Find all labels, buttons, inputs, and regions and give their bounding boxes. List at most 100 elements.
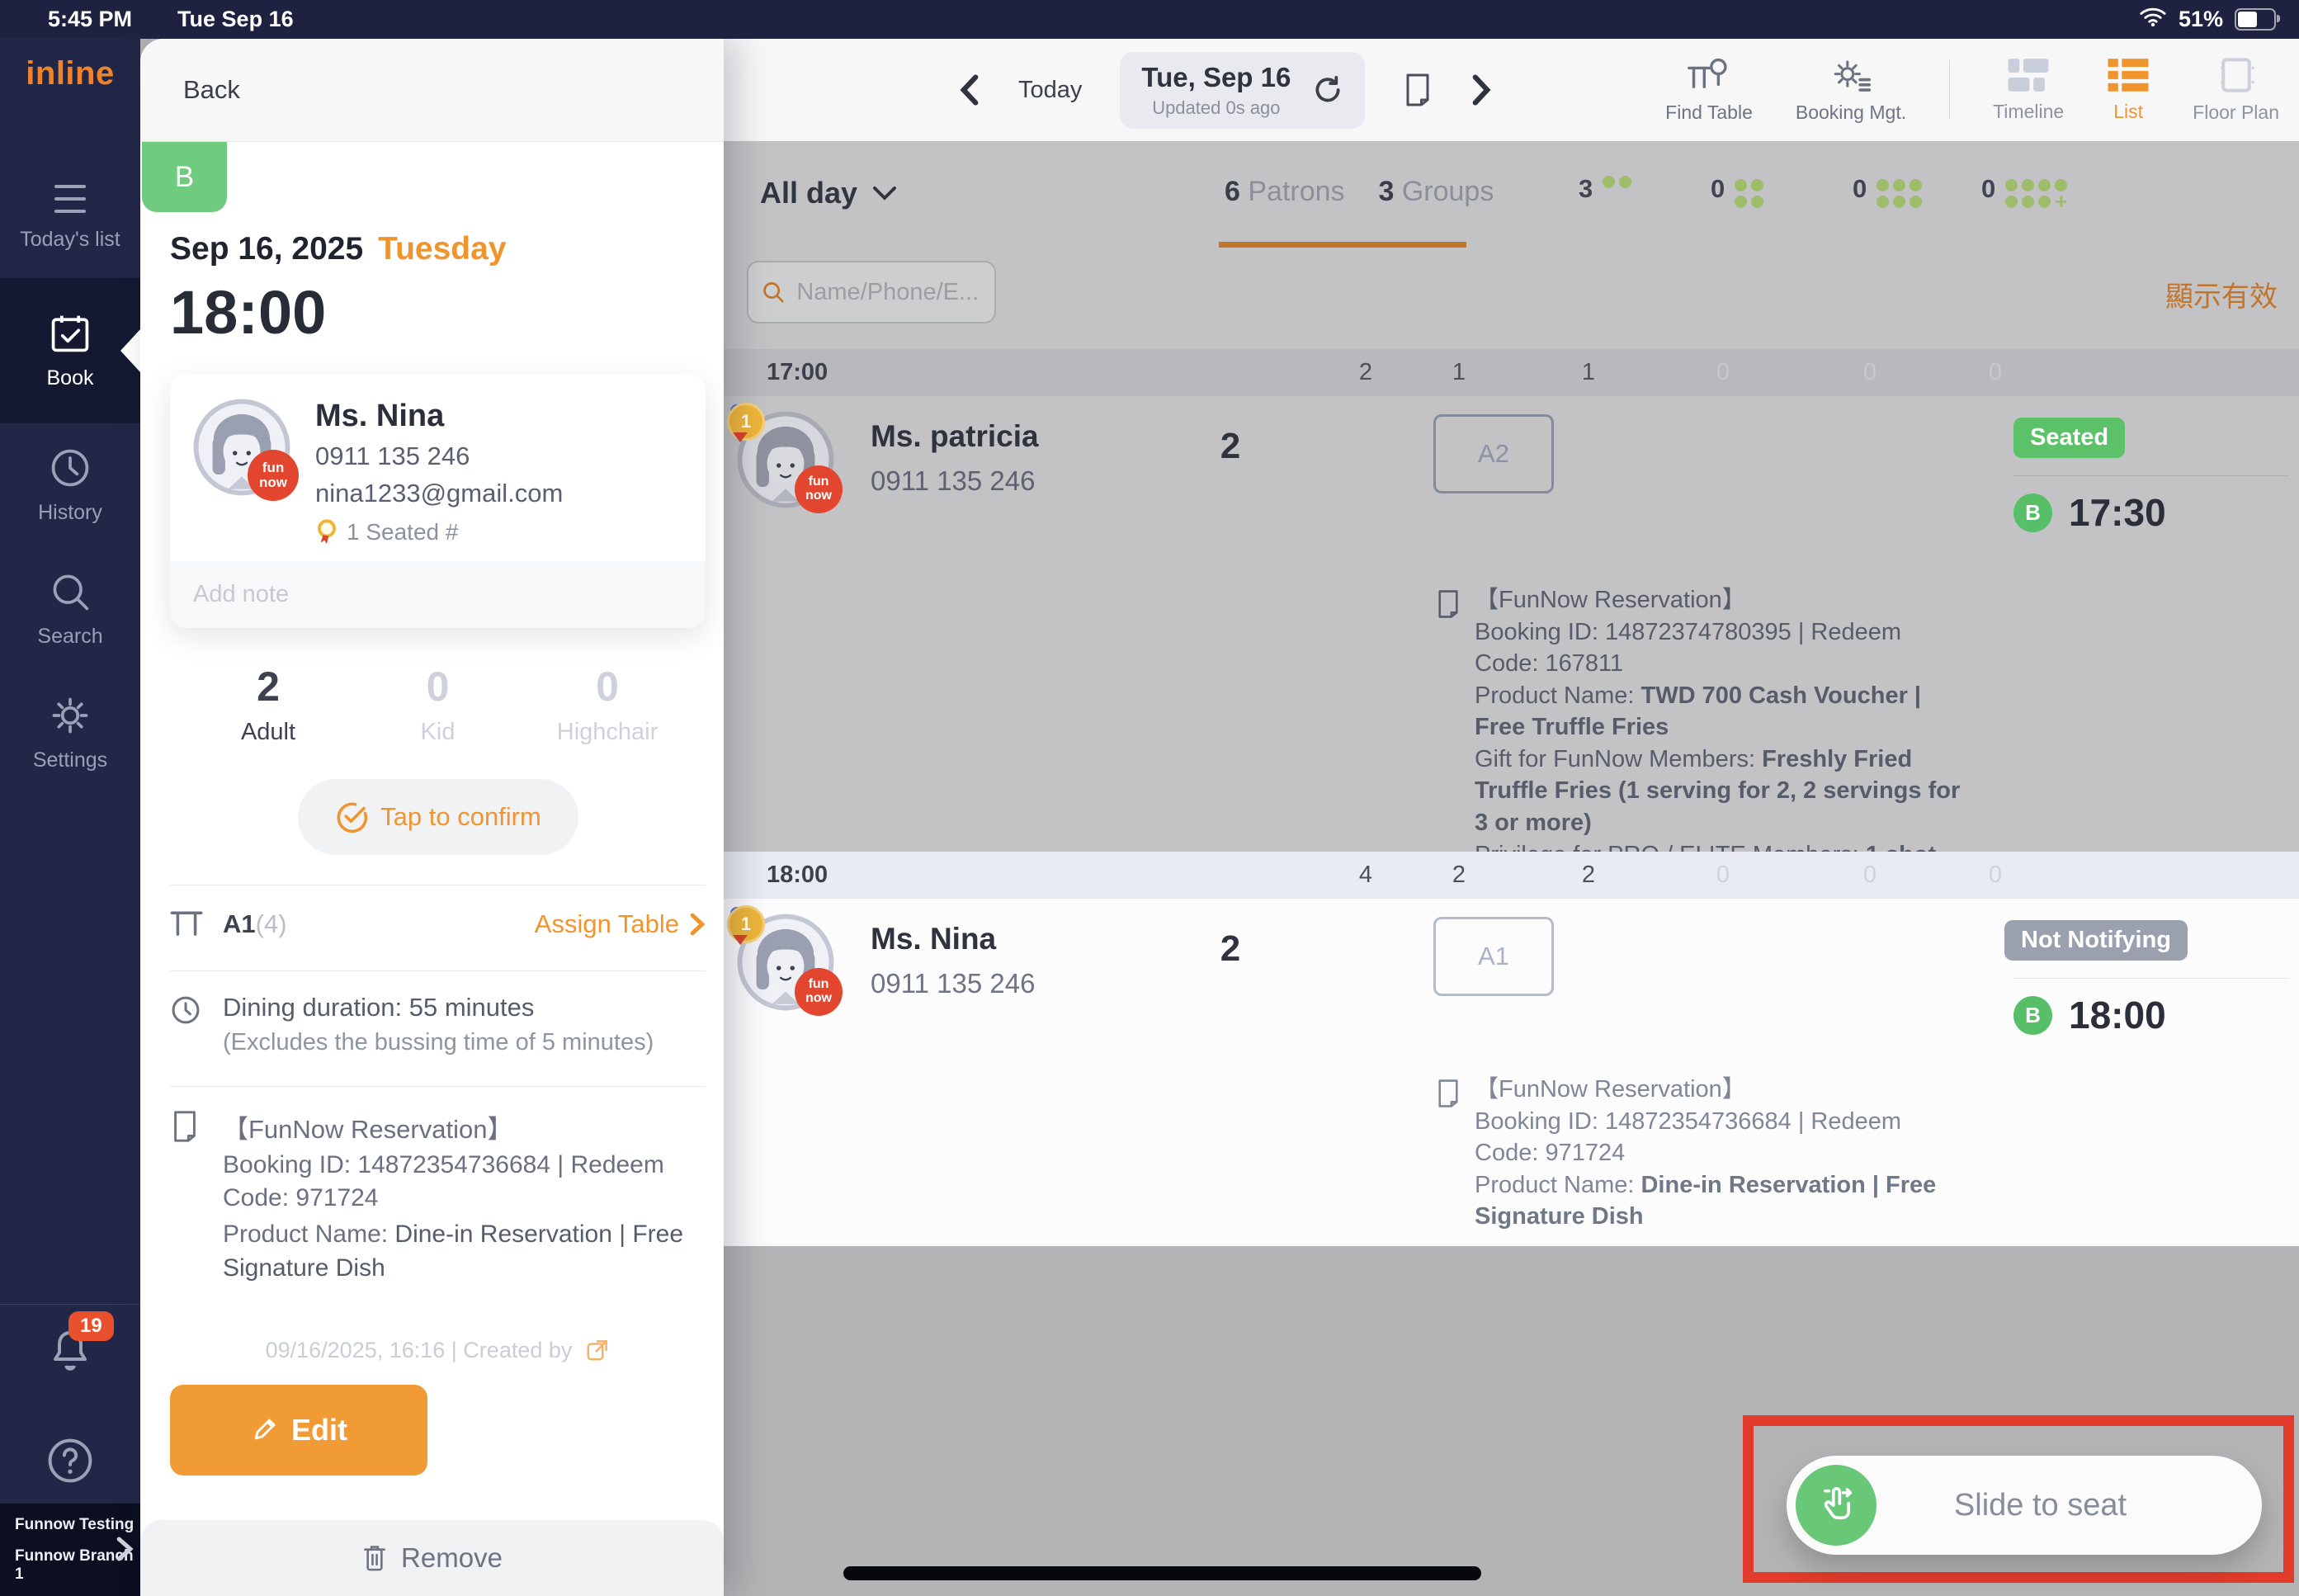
note-label: Product Name: <box>1475 1172 1640 1198</box>
toolbar-divider <box>1949 60 1950 120</box>
trash-icon <box>361 1543 388 1573</box>
show-valid-toggle[interactable]: 顯示有效 <box>2165 274 2278 314</box>
patrons-groups-summary[interactable]: 6 Patrons 3 Groups <box>1225 176 1494 208</box>
size-count-1-2: 3 <box>1579 174 1631 204</box>
band-count: 1 <box>1570 359 1607 386</box>
notifications-button[interactable]: 19 <box>0 1304 140 1376</box>
reservation-time: 18:00 <box>170 277 706 347</box>
view-floor-plan-button[interactable]: Floor Plan <box>2193 56 2279 124</box>
battery-percent: 51% <box>2179 7 2223 32</box>
size-count-value: 0 <box>1981 174 1995 204</box>
sidebar-item-history[interactable]: History <box>0 423 140 547</box>
prev-day-button[interactable] <box>959 73 980 106</box>
find-table-button[interactable]: Find Table <box>1665 56 1753 124</box>
refresh-icon[interactable] <box>1312 74 1343 106</box>
search-box[interactable] <box>747 261 996 323</box>
status-time: 5:45 PM <box>48 7 132 32</box>
all-day-filter[interactable]: All day <box>760 176 897 210</box>
date-selector[interactable]: Tue, Sep 16 Updated 0s ago <box>1120 52 1365 129</box>
day-note-icon[interactable] <box>1403 73 1433 107</box>
date-text: Sep 16, 2025 <box>170 231 363 267</box>
plus-more-icon: + <box>2055 196 2067 208</box>
sidebar-item-label: Book <box>47 366 94 390</box>
party-size-dots <box>1876 179 1922 208</box>
today-button[interactable]: Today <box>1018 77 1082 104</box>
guest-card: fun now Ms. Nina 0911 135 246 nina1233@g… <box>170 374 706 628</box>
status-divider <box>2013 978 2289 979</box>
party-adult[interactable]: 2 Adult <box>198 663 338 746</box>
reservation-note: 【FunNow Reservation】 Booking ID: 1487235… <box>1435 1074 1970 1233</box>
annotation-highlight-box: Slide to seat <box>1743 1415 2294 1583</box>
note-label: Booking ID: 14872354736684 | Redeem Code… <box>1475 1108 1901 1167</box>
guest-email: nina1233@gmail.com <box>315 479 563 508</box>
note-label: Gift for FunNow Members: <box>1475 746 1762 772</box>
home-indicator[interactable] <box>843 1566 1481 1580</box>
slide-handle[interactable] <box>1796 1465 1876 1546</box>
groups-count: 3 <box>1378 176 1394 207</box>
band-count: 0 <box>1705 862 1741 889</box>
branch-switcher[interactable]: Funnow Testing Funnow Branch 1 <box>0 1504 140 1596</box>
status-divider <box>2013 475 2289 476</box>
time-band-1800: 18:00 4 2 2 0 0 0 <box>724 852 2299 899</box>
band-count: 0 <box>1852 359 1888 386</box>
party-kid[interactable]: 0 Kid <box>368 663 508 746</box>
table-badge[interactable]: A1 <box>1433 917 1554 996</box>
back-button[interactable]: Back <box>183 75 240 105</box>
gear-icon <box>49 694 92 737</box>
funnow-badge-bottom: now <box>805 992 832 1006</box>
chevron-right-icon <box>114 1535 135 1568</box>
reservation-detail-panel: Back B Sep 16, 2025Tuesday 18:00 <box>140 39 724 1596</box>
funnow-badge-top: fun <box>809 978 829 992</box>
patrons-label: Patrons <box>1248 176 1344 207</box>
sidebar-item-book[interactable]: Book <box>0 278 140 423</box>
booking-time: B 17:30 <box>2013 490 2166 535</box>
table-capacity: (4) <box>256 909 287 938</box>
status-badge: Not Notifying <box>2004 920 2188 961</box>
external-link-icon[interactable] <box>585 1338 610 1362</box>
view-list-button[interactable]: List <box>2107 57 2150 123</box>
remove-button[interactable]: Remove <box>140 1520 724 1596</box>
band-time-label: 17:00 <box>767 359 828 386</box>
reservation-row-nina[interactable]: 1 fun now Ms. Nina 0911 135 246 2 A1 【Fu… <box>724 899 2299 1246</box>
booking-mgt-button[interactable]: Booking Mgt. <box>1796 56 1906 124</box>
note-icon <box>170 1108 223 1285</box>
booking-mgt-label: Booking Mgt. <box>1796 102 1906 124</box>
band-count: 2 <box>1441 862 1477 889</box>
band-count: 0 <box>1705 359 1741 386</box>
view-timeline-button[interactable]: Timeline <box>1993 57 2064 123</box>
sidebar: inline Today's list <box>0 39 140 1596</box>
assign-table-button[interactable]: Assign Table <box>535 909 706 939</box>
next-day-button[interactable] <box>1471 73 1492 106</box>
avatar: 1 fun now <box>737 914 834 1011</box>
slide-to-seat-control[interactable]: Slide to seat <box>1787 1456 2262 1555</box>
guest-visits: 1 Seated # <box>315 518 563 546</box>
check-circle-icon <box>334 800 369 834</box>
reservation-list-area: Today Tue, Sep 16 Updated 0s ago <box>724 39 2299 1596</box>
booking-source-icon: B <box>2013 493 2052 532</box>
avatar: fun now <box>193 399 290 496</box>
party-adult-count: 2 <box>198 663 338 711</box>
party-highchair[interactable]: 0 Highchair <box>537 663 677 746</box>
list-label: List <box>2113 101 2143 123</box>
dining-duration: Dining duration: 55 minutes <box>223 993 654 1022</box>
size-count-7-plus: 0 + <box>1981 174 2067 208</box>
list-view-icon <box>2107 57 2150 93</box>
sidebar-item-settings[interactable]: Settings <box>0 671 140 795</box>
guest-visits-label: 1 Seated # <box>347 519 458 545</box>
band-count: 2 <box>1570 862 1607 889</box>
help-button[interactable] <box>0 1435 140 1486</box>
sidebar-item-search[interactable]: Search <box>0 547 140 671</box>
size-count-value: 0 <box>1711 174 1725 204</box>
chevron-down-icon <box>872 185 897 201</box>
add-note-field[interactable]: Add note <box>170 561 706 628</box>
reservation-row-patricia[interactable]: 1 fun now Ms. patricia 0911 135 246 2 A2… <box>724 396 2299 852</box>
funnow-badge-bottom: now <box>805 489 832 503</box>
all-day-label: All day <box>760 176 857 210</box>
party-kid-label: Kid <box>368 719 508 746</box>
size-count-5-6: 0 <box>1853 174 1922 208</box>
table-badge[interactable]: A2 <box>1433 414 1554 493</box>
sidebar-item-todays-list[interactable]: Today's list <box>0 154 140 278</box>
tap-to-confirm-button[interactable]: Tap to confirm <box>298 779 578 855</box>
search-input[interactable] <box>795 278 981 307</box>
edit-button[interactable]: Edit <box>170 1385 427 1476</box>
